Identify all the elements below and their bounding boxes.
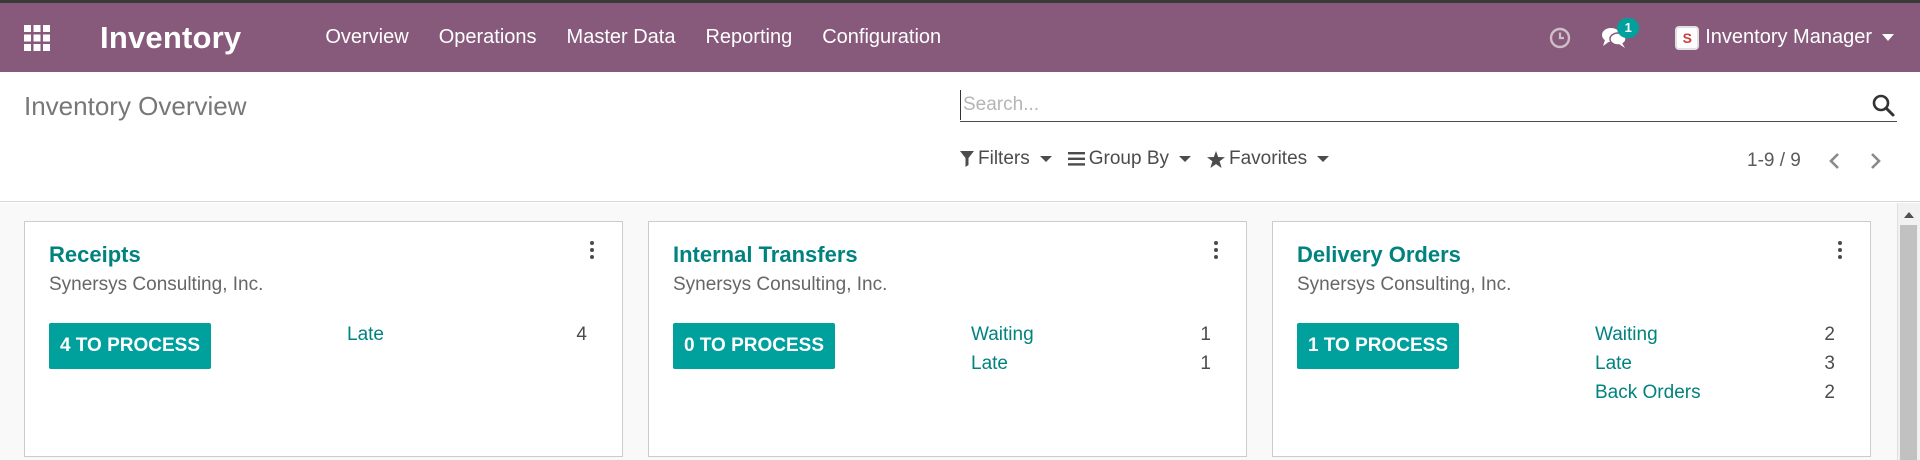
stat-late-link[interactable]: Late xyxy=(1595,353,1632,382)
stat-back-orders-link[interactable]: Back Orders xyxy=(1595,382,1701,411)
stat-late-link[interactable]: Late xyxy=(971,353,1008,382)
stat-count: 1 xyxy=(1200,353,1211,374)
search-icon[interactable] xyxy=(1871,93,1895,117)
stat-row: Waiting 2 xyxy=(1595,324,1835,353)
control-panel: Inventory Overview Filters Group By xyxy=(0,72,1920,202)
vertical-dots-icon[interactable] xyxy=(1210,238,1222,262)
stat-count: 1 xyxy=(1200,324,1211,345)
main-menu: Overview Operations Master Data Reportin… xyxy=(325,26,971,49)
card-company: Synersys Consulting, Inc. xyxy=(49,274,264,295)
menu-item-reporting[interactable]: Reporting xyxy=(705,26,792,49)
avatar-letter: S xyxy=(1682,29,1692,46)
menu-item-master-data[interactable]: Master Data xyxy=(567,26,676,49)
search-bar xyxy=(960,88,1897,122)
user-menu[interactable]: S Inventory Manager xyxy=(1675,25,1894,50)
card-stats: Waiting 2 Late 3 Back Orders 2 xyxy=(1595,324,1835,411)
stat-waiting-link[interactable]: Waiting xyxy=(971,324,1034,353)
clock-icon[interactable] xyxy=(1549,27,1571,49)
caret-down-icon xyxy=(1179,156,1191,162)
vertical-dots-icon[interactable] xyxy=(1834,238,1846,262)
stat-count: 3 xyxy=(1824,353,1835,374)
apps-menu-button[interactable] xyxy=(0,3,74,72)
favorites-button[interactable]: Favorites xyxy=(1207,148,1330,170)
card-company: Synersys Consulting, Inc. xyxy=(673,274,888,295)
scroll-up-arrow-icon[interactable] xyxy=(1904,212,1914,218)
favorites-label: Favorites xyxy=(1229,148,1308,169)
stat-count: 4 xyxy=(576,324,587,345)
app-title[interactable]: Inventory xyxy=(100,20,241,56)
pager-value[interactable]: 1-9 / 9 xyxy=(1747,150,1801,172)
kanban-view: Receipts Synersys Consulting, Inc. 4 TO … xyxy=(0,203,1920,460)
filters-label: Filters xyxy=(978,148,1030,169)
caret-down-icon xyxy=(1039,156,1052,162)
kanban-card-receipts: Receipts Synersys Consulting, Inc. 4 TO … xyxy=(24,221,623,457)
pager: 1-9 / 9 xyxy=(1747,150,1905,172)
to-process-button[interactable]: 4 TO PROCESS xyxy=(49,323,211,369)
card-title[interactable]: Receipts xyxy=(49,242,141,268)
kanban-card-internal-transfers: Internal Transfers Synersys Consulting, … xyxy=(648,221,1247,457)
messages-button[interactable]: 1 xyxy=(1601,17,1640,50)
filters-button[interactable]: Filters xyxy=(960,148,1052,170)
stat-count: 2 xyxy=(1824,324,1835,345)
chevron-left-icon[interactable] xyxy=(1825,151,1845,171)
stat-row: Back Orders 2 xyxy=(1595,382,1835,411)
menu-item-configuration[interactable]: Configuration xyxy=(822,26,941,49)
menu-item-overview[interactable]: Overview xyxy=(325,26,408,49)
stat-row: Late 1 xyxy=(971,353,1211,382)
to-process-button[interactable]: 0 TO PROCESS xyxy=(673,323,835,369)
search-input[interactable] xyxy=(960,89,1871,120)
search-options: Filters Group By Favorites xyxy=(960,148,1345,170)
stat-late-link[interactable]: Late xyxy=(347,324,384,353)
caret-down-icon xyxy=(1882,34,1894,41)
to-process-button[interactable]: 1 TO PROCESS xyxy=(1297,323,1459,369)
stat-count: 2 xyxy=(1824,382,1835,403)
list-icon xyxy=(1067,152,1085,166)
card-stats: Waiting 1 Late 1 xyxy=(971,324,1211,382)
card-title[interactable]: Internal Transfers xyxy=(673,242,858,268)
stat-row: Late 3 xyxy=(1595,353,1835,382)
menu-item-operations[interactable]: Operations xyxy=(439,26,537,49)
systray: 1 S Inventory Manager xyxy=(1549,3,1920,72)
grid-icon xyxy=(24,24,50,51)
avatar: S xyxy=(1675,25,1700,50)
scroll-thumb[interactable] xyxy=(1900,225,1917,460)
messages-count-badge: 1 xyxy=(1617,17,1640,38)
card-stats: Late 4 xyxy=(347,324,587,353)
kanban-card-delivery-orders: Delivery Orders Synersys Consulting, Inc… xyxy=(1272,221,1871,457)
card-company: Synersys Consulting, Inc. xyxy=(1297,274,1512,295)
filter-icon xyxy=(960,151,974,167)
stat-row: Waiting 1 xyxy=(971,324,1211,353)
group-by-button[interactable]: Group By xyxy=(1067,148,1191,170)
caret-down-icon xyxy=(1317,156,1330,162)
card-title[interactable]: Delivery Orders xyxy=(1297,242,1461,268)
breadcrumb: Inventory Overview xyxy=(24,91,247,121)
chevron-right-icon[interactable] xyxy=(1865,151,1885,171)
user-name: Inventory Manager xyxy=(1705,26,1872,48)
top-navbar: Inventory Overview Operations Master Dat… xyxy=(0,0,1920,72)
group-by-label: Group By xyxy=(1088,148,1169,169)
vertical-scrollbar[interactable] xyxy=(1897,203,1920,460)
vertical-dots-icon[interactable] xyxy=(586,238,598,262)
stat-waiting-link[interactable]: Waiting xyxy=(1595,324,1658,353)
star-icon xyxy=(1207,150,1225,168)
stat-row: Late 4 xyxy=(347,324,587,353)
